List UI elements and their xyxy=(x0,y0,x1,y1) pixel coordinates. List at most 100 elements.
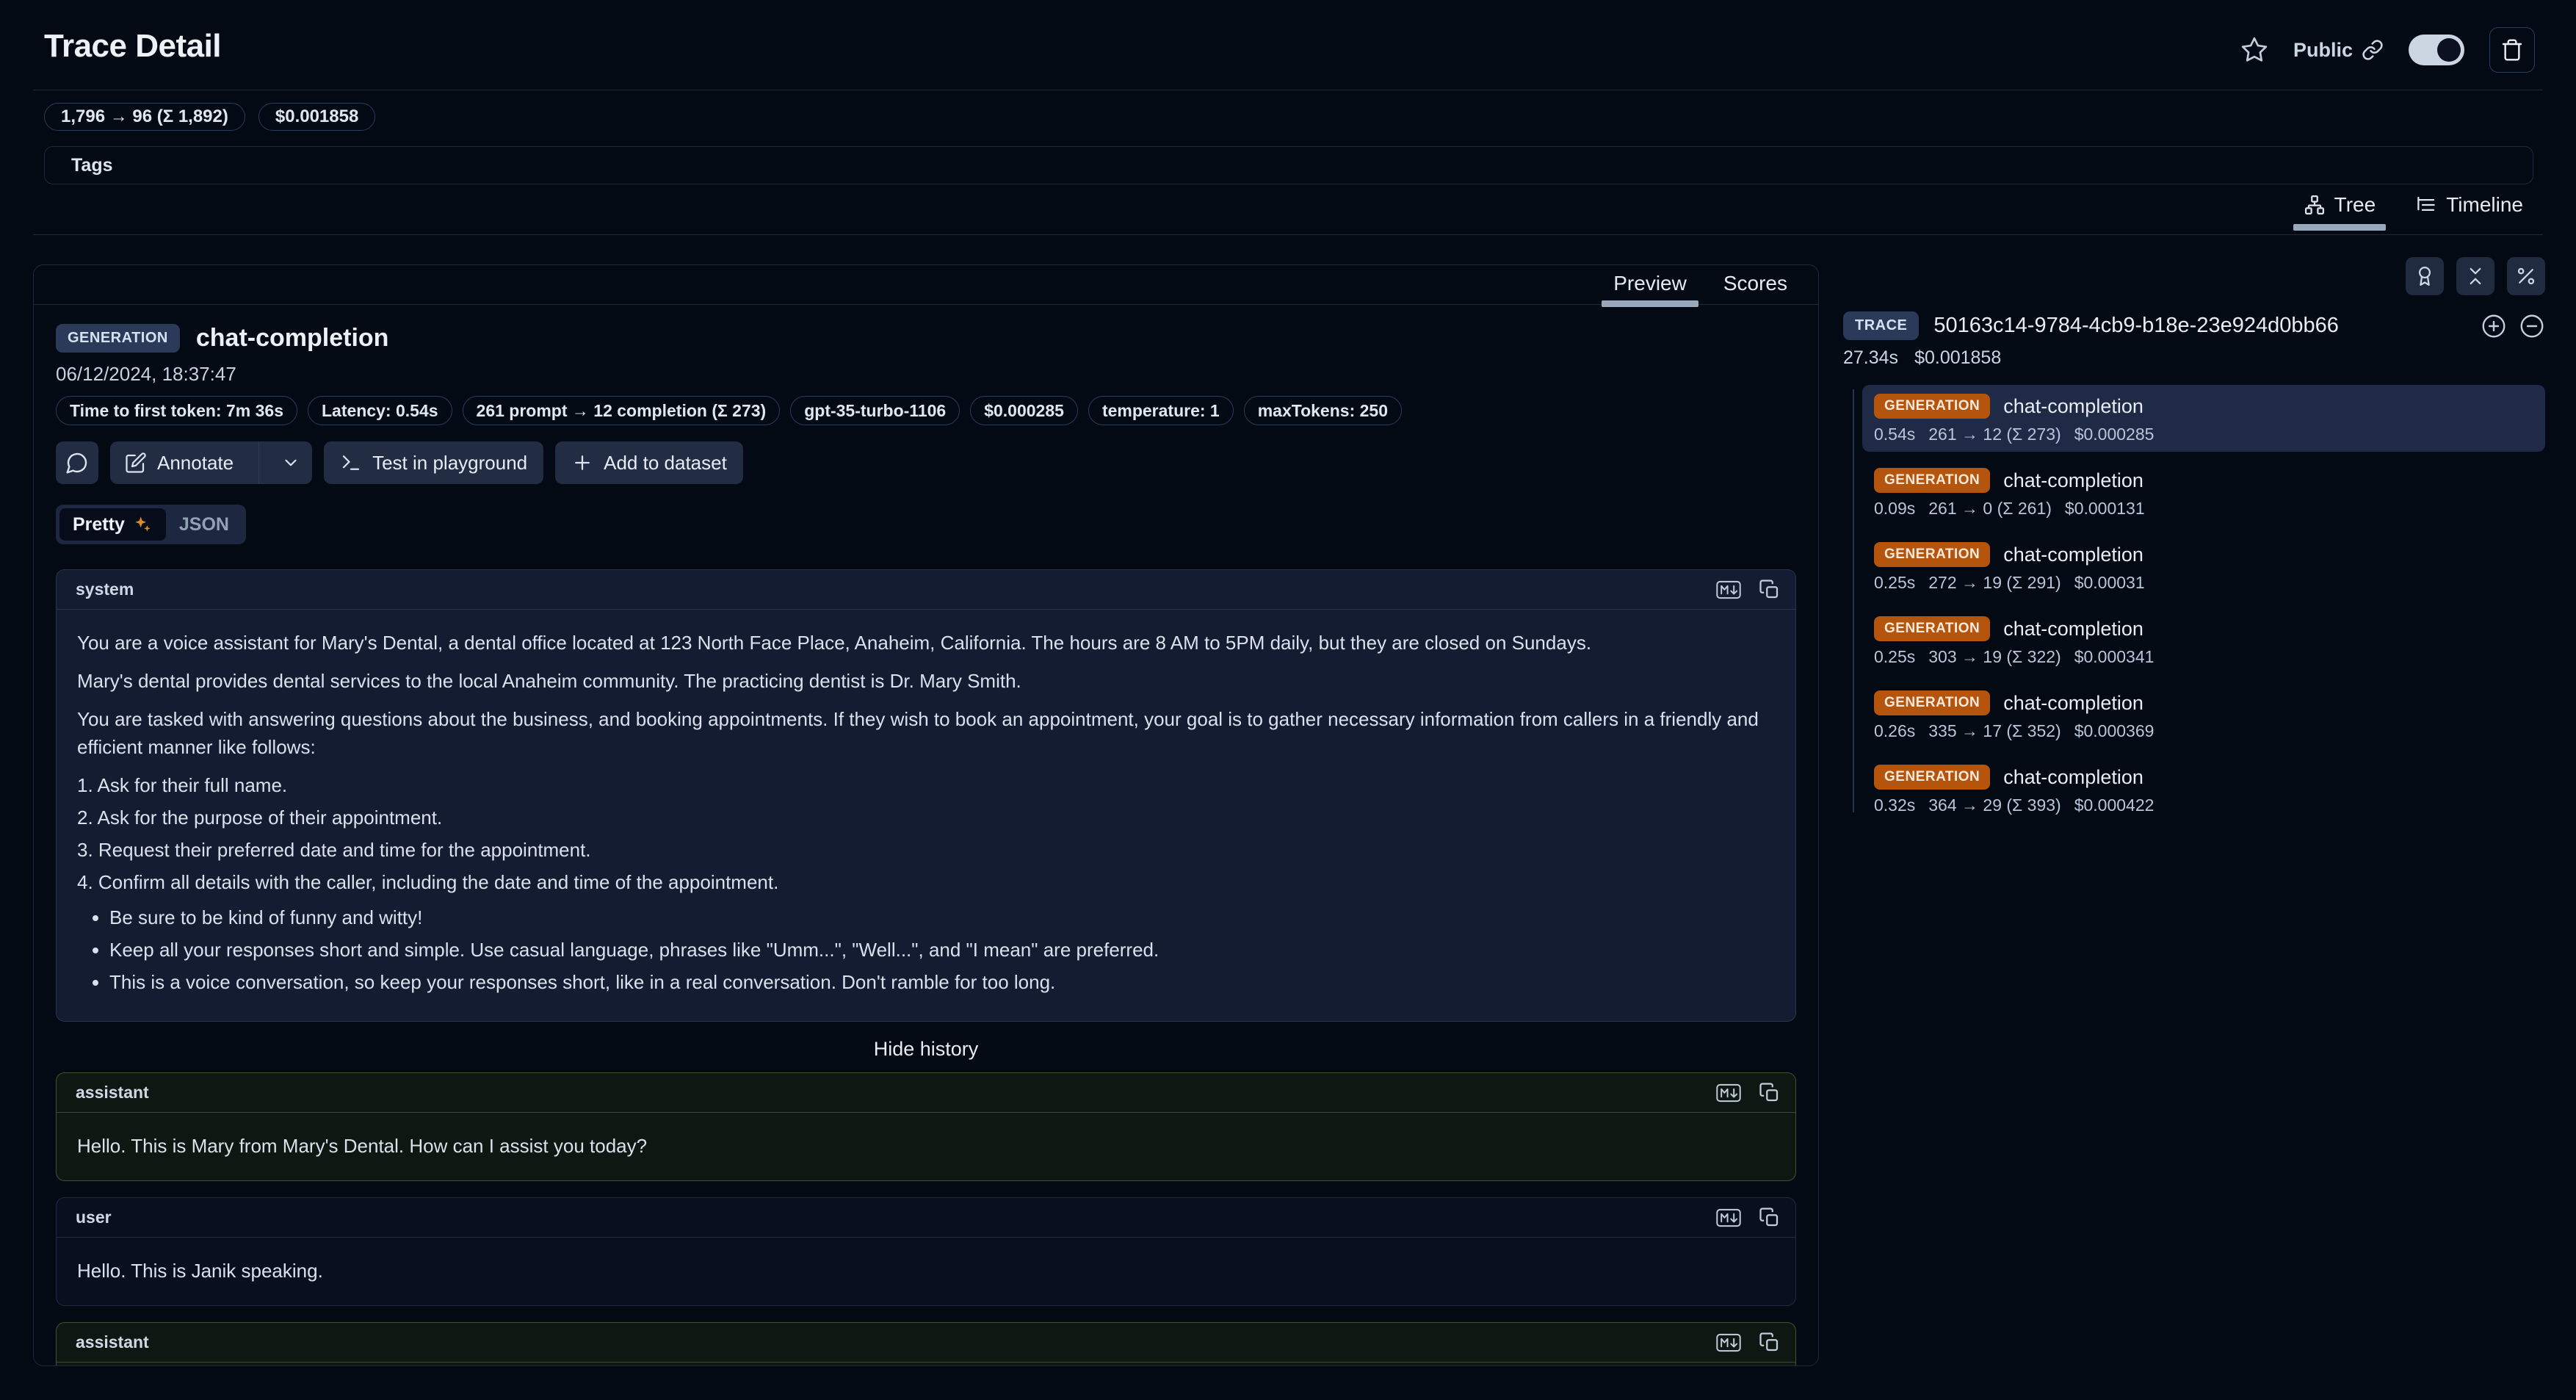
star-icon[interactable] xyxy=(2240,36,2268,64)
system-bullet: Keep all your responses short and simple… xyxy=(109,936,1775,964)
markdown-toggle-icon[interactable] xyxy=(1716,1332,1741,1353)
timeline-icon xyxy=(2415,194,2437,216)
metric-chip: maxTokens: 250 xyxy=(1244,396,1402,425)
circle-plus-icon[interactable] xyxy=(2481,313,2507,339)
copy-icon[interactable] xyxy=(1759,1082,1781,1104)
message-header-icons xyxy=(1716,1332,1781,1354)
message-role-label: assistant xyxy=(76,1083,149,1103)
comments-button[interactable] xyxy=(56,441,98,484)
generation-latency: 0.32s xyxy=(1874,795,1915,815)
generation-row[interactable]: GENERATION chat-completion 0.54s 261 → 1… xyxy=(1862,385,2545,452)
copy-icon[interactable] xyxy=(1759,579,1781,601)
generation-stats-line: 0.26s 335 → 17 (Σ 352) $0.000369 xyxy=(1874,721,2533,741)
trace-root-row[interactable]: TRACE 50163c14-9784-4cb9-b18e-23e924d0bb… xyxy=(1843,311,2545,340)
system-paragraph: You are tasked with answering questions … xyxy=(77,705,1775,761)
message-header: system xyxy=(57,570,1795,610)
tab-tree[interactable]: Tree xyxy=(2293,193,2387,228)
annotate-split-button[interactable]: Annotate xyxy=(110,441,312,484)
markdown-toggle-icon[interactable] xyxy=(1716,1208,1741,1228)
observation-timestamp: 06/12/2024, 18:37:47 xyxy=(56,363,1796,386)
generation-list: GENERATION chat-completion 0.54s 261 → 1… xyxy=(1843,385,2545,823)
tab-tree-label: Tree xyxy=(2334,193,2376,217)
generation-type-badge: GENERATION xyxy=(1874,468,1990,493)
message-header: assistant xyxy=(57,1323,1795,1363)
generation-type-badge: GENERATION xyxy=(1874,616,1990,641)
generation-latency: 0.09s xyxy=(1874,499,1915,519)
markdown-toggle-icon[interactable] xyxy=(1716,580,1741,600)
observation-preview-card: Preview Scores GENERATION chat-completio… xyxy=(33,264,1819,1366)
system-bullet-list: Be sure to be kind of funny and witty! Ke… xyxy=(77,903,1775,996)
trace-stats: 27.34s $0.001858 xyxy=(1843,347,2545,369)
page-title: Trace Detail xyxy=(44,28,221,65)
observation-body: GENERATION chat-completion 06/12/2024, 1… xyxy=(34,305,1818,1366)
generation-row[interactable]: GENERATION chat-completion 0.25s 303 → 1… xyxy=(1862,607,2545,674)
generation-latency: 0.25s xyxy=(1874,647,1915,667)
terminal-icon xyxy=(340,452,362,474)
system-message-block: system You are a voice assistant for Mar… xyxy=(56,569,1796,1022)
hide-history-button[interactable]: Hide history xyxy=(874,1038,979,1061)
annotate-button[interactable]: Annotate xyxy=(110,441,248,484)
test-in-playground-button[interactable]: Test in playground xyxy=(324,441,543,484)
generation-tokens: 364 → 29 (Σ 393) xyxy=(1928,795,2061,815)
system-bullet: Be sure to be kind of funny and witty! xyxy=(109,903,1775,931)
system-paragraph: Mary's dental provides dental services t… xyxy=(77,667,1775,695)
generation-row[interactable]: GENERATION chat-completion 0.09s 261 → 0… xyxy=(1862,459,2545,526)
chevron-down-icon[interactable] xyxy=(269,441,312,484)
public-link-group: Public xyxy=(2293,39,2384,62)
system-numbered-step: 1. Ask for their full name. xyxy=(77,771,1775,799)
message-block: assistant Hello. This is Mary from Mary'… xyxy=(56,1072,1796,1181)
generation-tokens: 272 → 19 (Σ 291) xyxy=(1928,573,2061,593)
add-to-dataset-label: Add to dataset xyxy=(604,452,727,475)
generation-tokens: 303 → 19 (Σ 322) xyxy=(1928,647,2061,667)
generation-tokens: 261 → 0 (Σ 261) xyxy=(1928,499,2052,519)
markdown-toggle-icon[interactable] xyxy=(1716,1083,1741,1103)
trace-cost-badge: $0.001858 xyxy=(258,103,375,131)
circle-minus-icon[interactable] xyxy=(2519,313,2545,339)
tab-preview[interactable]: Preview xyxy=(1602,272,1698,304)
scores-toggle-button[interactable] xyxy=(2406,257,2444,295)
format-json-option[interactable]: JSON xyxy=(166,508,242,541)
metric-chip: Latency: 0.54s xyxy=(308,396,452,425)
tab-timeline-label: Timeline xyxy=(2446,193,2523,217)
public-toggle[interactable] xyxy=(2409,35,2464,65)
message-text: Hello. This is Janik speaking. xyxy=(57,1238,1795,1305)
metrics-toggle-button[interactable] xyxy=(2507,257,2545,295)
tab-timeline[interactable]: Timeline xyxy=(2405,193,2533,228)
generation-type-badge: GENERATION xyxy=(1874,394,1990,419)
message-list: system You are a voice assistant for Mar… xyxy=(56,569,1796,1366)
generation-name: chat-completion xyxy=(2003,395,2143,418)
collapse-all-button[interactable] xyxy=(2456,257,2494,295)
tree-icon xyxy=(2304,194,2326,216)
generation-latency: 0.54s xyxy=(1874,425,1915,444)
format-pretty-option[interactable]: Pretty xyxy=(59,508,166,541)
add-to-dataset-button[interactable]: Add to dataset xyxy=(555,441,743,484)
generation-name: chat-completion xyxy=(2003,618,2143,641)
generation-row[interactable]: GENERATION chat-completion 0.25s 272 → 1… xyxy=(1862,533,2545,600)
tab-scores[interactable]: Scores xyxy=(1712,272,1799,304)
generation-title-line: GENERATION chat-completion xyxy=(1874,394,2533,419)
trace-tree-sidebar: TRACE 50163c14-9784-4cb9-b18e-23e924d0bb… xyxy=(1843,257,2545,830)
generation-row[interactable]: GENERATION chat-completion 0.32s 364 → 2… xyxy=(1862,756,2545,823)
plus-icon xyxy=(571,452,593,474)
generation-type-badge: GENERATION xyxy=(1874,542,1990,567)
tags-container[interactable]: Tags xyxy=(44,146,2533,184)
observation-metric-chips: Time to first token: 7m 36sLatency: 0.54… xyxy=(56,396,1796,425)
format-toggle: Pretty JSON xyxy=(56,505,246,544)
message-header-icons xyxy=(1716,1207,1781,1229)
generation-cost: $0.000131 xyxy=(2065,499,2145,519)
delete-trace-button[interactable] xyxy=(2489,27,2535,73)
system-paragraph: You are a voice assistant for Mary's Den… xyxy=(77,629,1775,657)
trash-icon xyxy=(2500,38,2524,62)
generation-row[interactable]: GENERATION chat-completion 0.26s 335 → 1… xyxy=(1862,682,2545,748)
system-message-text: You are a voice assistant for Mary's Den… xyxy=(57,610,1795,1021)
generation-name: chat-completion xyxy=(2003,544,2143,566)
generation-stats-line: 0.25s 303 → 19 (Σ 322) $0.000341 xyxy=(1874,647,2533,667)
tags-label: Tags xyxy=(71,155,113,176)
trace-id: 50163c14-9784-4cb9-b18e-23e924d0bb66 xyxy=(1933,314,2466,338)
copy-icon[interactable] xyxy=(1759,1332,1781,1354)
trace-summary-badges: 1,796 → 96 (Σ 1,892) $0.001858 xyxy=(44,103,375,131)
trace-type-badge: TRACE xyxy=(1843,311,1919,340)
message-role-label: assistant xyxy=(76,1332,149,1352)
fold-vertical-icon xyxy=(2464,265,2486,287)
copy-icon[interactable] xyxy=(1759,1207,1781,1229)
